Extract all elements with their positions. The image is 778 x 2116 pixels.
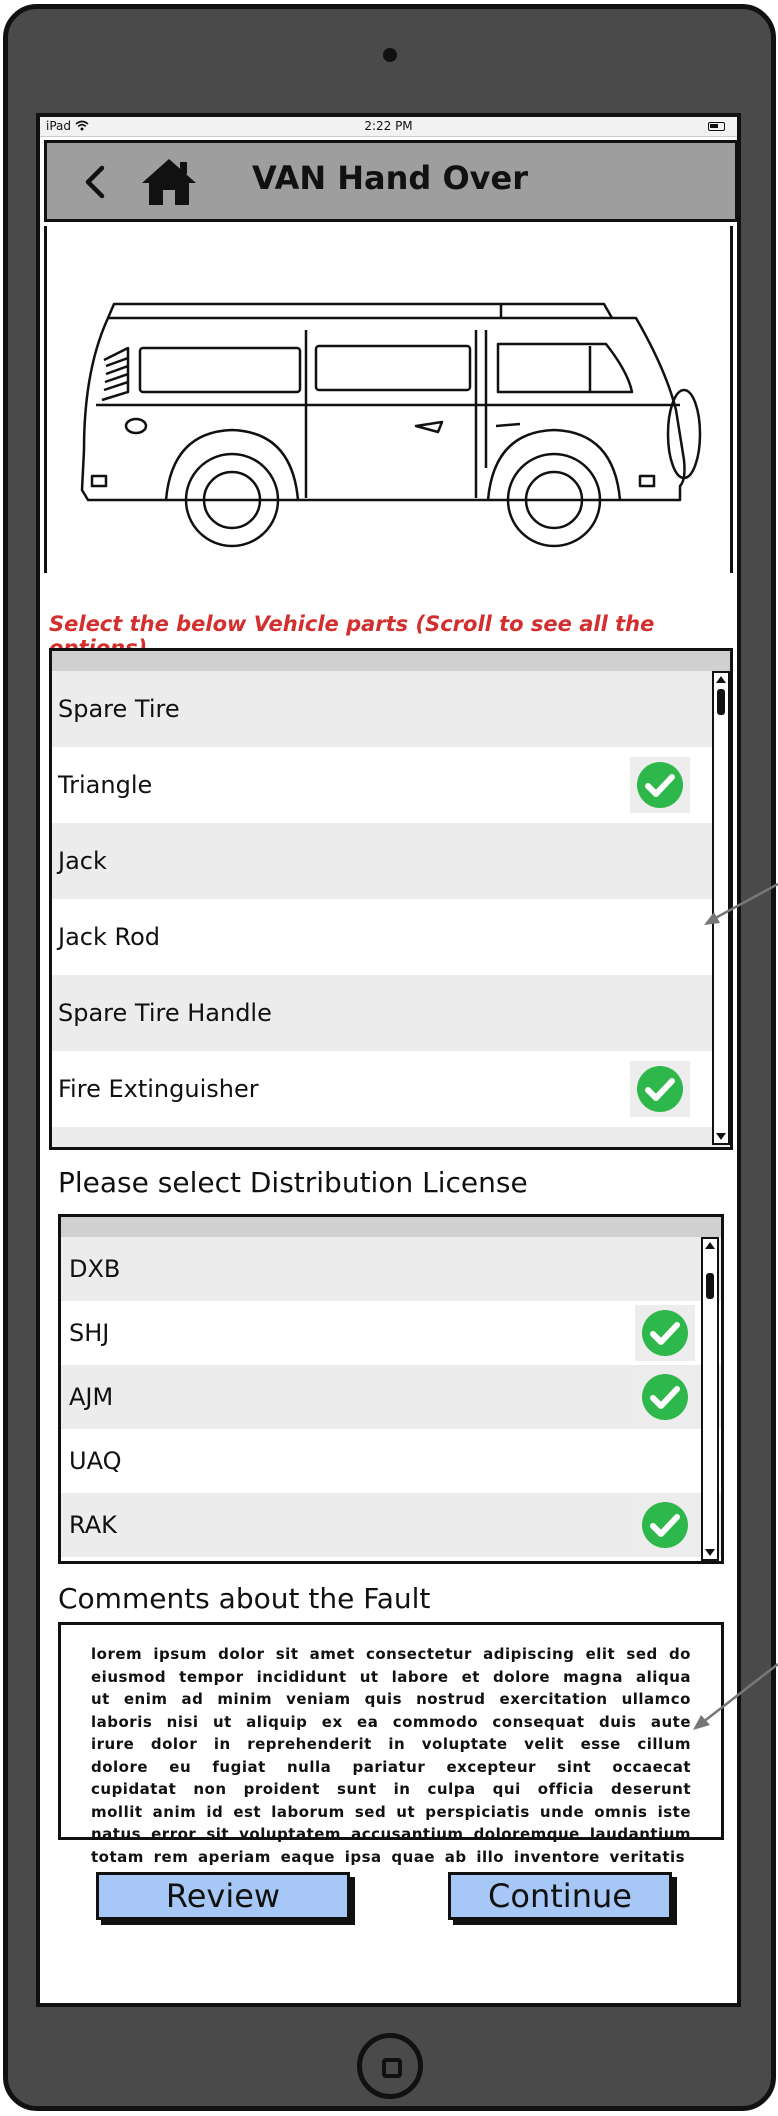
image-frame-right <box>730 226 733 573</box>
van-image <box>80 302 702 548</box>
device-home-button[interactable] <box>357 2033 423 2099</box>
list-item[interactable]: AJM <box>61 1365 721 1429</box>
list-item-label: RAK <box>69 1511 117 1539</box>
check-circle-icon-glyph <box>637 762 683 808</box>
license-heading: Please select Distribution License <box>58 1166 528 1199</box>
home-button-square-icon <box>382 2058 402 2078</box>
check-circle-icon-glyph <box>637 1066 683 1112</box>
list-item-label: DXB <box>69 1255 121 1283</box>
check-circle-icon[interactable] <box>635 1497 695 1553</box>
list-item[interactable]: Fire Extinguisher <box>52 1051 730 1127</box>
status-bar: iPad 2:22 PM <box>40 117 737 137</box>
vehicle-parts-list[interactable]: Spare Tire Triangle Jack Jack Rod Spare … <box>49 648 733 1150</box>
list-item[interactable]: UAQ <box>61 1429 721 1493</box>
list-item-label: UAQ <box>69 1447 122 1475</box>
list-item[interactable]: Spare Tire Handle <box>52 975 730 1051</box>
list-item[interactable]: SHJ <box>61 1301 721 1365</box>
check-circle-icon[interactable] <box>635 1369 695 1425</box>
list-item-label: Spare Tire Handle <box>58 999 272 1027</box>
comments-textarea[interactable]: lorem ipsum dolor sit amet consectetur a… <box>58 1622 724 1866</box>
camera-dot <box>383 48 397 62</box>
battery-icon <box>708 122 725 131</box>
image-frame-left <box>44 226 47 573</box>
home-icon[interactable] <box>140 157 198 207</box>
list-item-label: Jack Rod <box>58 923 161 951</box>
list-item[interactable]: Jack Rod <box>52 899 730 975</box>
annotation-arrow-icon <box>693 1663 778 1730</box>
list-item-label: Spare Tire <box>58 695 180 723</box>
list-item[interactable]: Jack <box>52 823 730 899</box>
list-item[interactable]: Spare Tire <box>52 671 730 747</box>
chevron-left-icon[interactable] <box>76 162 116 202</box>
list-item-label: AJM <box>69 1383 114 1411</box>
scroll-up-icon[interactable] <box>714 673 728 685</box>
scroll-down-icon[interactable] <box>703 1547 717 1559</box>
page-title: VAN Hand Over <box>251 159 529 197</box>
distribution-license-list[interactable]: DXB SHJ AJM UAQ RAK <box>58 1214 724 1564</box>
scroll-down-icon[interactable] <box>714 1131 728 1143</box>
check-circle-icon[interactable] <box>635 1305 695 1361</box>
comments-placeholder-text: lorem ipsum dolor sit amet consectetur a… <box>91 1645 691 1866</box>
list-item-label: Triangle <box>58 771 153 799</box>
review-button[interactable]: Review <box>96 1872 350 1920</box>
check-circle-icon-glyph <box>642 1502 688 1548</box>
list-item[interactable]: Triangle <box>52 747 730 823</box>
status-time: 2:22 PM <box>364 119 413 133</box>
list-item[interactable]: DXB <box>61 1237 721 1301</box>
check-circle-icon-glyph <box>642 1374 688 1420</box>
annotation-arrow-icon <box>704 882 778 925</box>
scroll-thumb[interactable] <box>706 1273 714 1299</box>
check-circle-icon[interactable] <box>630 1061 690 1117</box>
list-item-partial[interactable] <box>52 1127 730 1147</box>
list-item-label: SHJ <box>69 1319 110 1347</box>
continue-button[interactable]: Continue <box>448 1872 672 1920</box>
list-item-label: Jack <box>58 847 107 875</box>
scroll-thumb[interactable] <box>717 689 725 715</box>
scroll-up-icon[interactable] <box>703 1239 717 1251</box>
list-item-label: Fire Extinguisher <box>58 1075 259 1103</box>
list-item[interactable]: RAK <box>61 1493 721 1557</box>
list-header-bar <box>61 1217 721 1237</box>
check-circle-icon[interactable] <box>630 757 690 813</box>
list-header-bar <box>52 651 730 671</box>
license-scrollbar[interactable] <box>701 1237 719 1561</box>
comments-heading: Comments about the Fault <box>58 1582 431 1615</box>
check-circle-icon-glyph <box>642 1310 688 1356</box>
